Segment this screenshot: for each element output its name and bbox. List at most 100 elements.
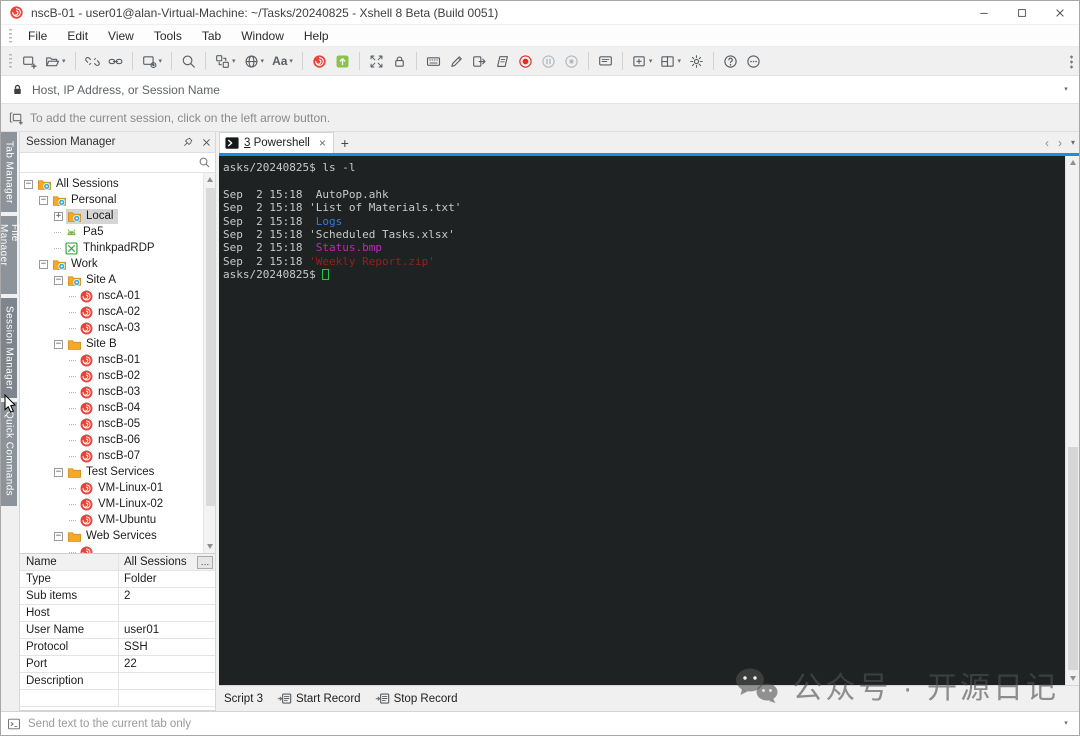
browse-button[interactable]: … — [197, 555, 213, 569]
menu-item-tools[interactable]: Tools — [144, 27, 192, 45]
toolbar-new-window-button[interactable]: ▾ — [138, 51, 167, 72]
toolbar-new-session-button[interactable] — [18, 51, 41, 72]
toolbar-chat-button[interactable] — [594, 51, 617, 72]
tree-item-nscb-07[interactable]: nscB-07 — [20, 448, 215, 464]
expand-icon[interactable]: + — [54, 211, 63, 221]
tree-item-partial[interactable] — [20, 544, 215, 553]
new-tab-button[interactable]: + — [334, 132, 356, 153]
collapse-icon[interactable]: − — [54, 467, 63, 477]
toolbar-help-button[interactable] — [719, 51, 742, 72]
tree-item-site-a[interactable]: − Site A — [20, 272, 215, 288]
tree-item-nsca-02[interactable]: nscA-02 — [20, 304, 215, 320]
toolbar-connect-button[interactable] — [104, 51, 127, 72]
scroll-up-icon[interactable] — [204, 173, 216, 186]
send-text-input[interactable] — [28, 717, 1053, 730]
toolbar-search-button[interactable] — [177, 51, 200, 72]
menu-item-edit[interactable]: Edit — [57, 27, 98, 45]
property-row-protocol[interactable]: Protocol SSH — [20, 639, 215, 656]
session-tree-scrollbar[interactable] — [203, 173, 215, 553]
tree-item-nscb-04[interactable]: nscB-04 — [20, 400, 215, 416]
toolbar-disconnect-button[interactable] — [81, 51, 104, 72]
property-row-name[interactable]: Name All Sessions… — [20, 554, 215, 571]
side-tab-session-manager[interactable]: Session Manager — [1, 298, 17, 398]
address-dropdown-button[interactable]: ▾ — [1053, 86, 1079, 93]
scrollbar-thumb[interactable] — [205, 188, 215, 506]
toolbar-stop-button[interactable] — [560, 51, 583, 72]
property-row-port[interactable]: Port 22 — [20, 656, 215, 673]
tree-item-nscb-02[interactable]: nscB-02 — [20, 368, 215, 384]
tree-item-web-services[interactable]: − Web Services — [20, 528, 215, 544]
menu-item-tab[interactable]: Tab — [192, 27, 231, 45]
tree-item-work[interactable]: − Work — [20, 256, 215, 272]
tree-item-nsca-01[interactable]: nscA-01 — [20, 288, 215, 304]
toolbar-script-button[interactable] — [491, 51, 514, 72]
toolbar-compose-button[interactable] — [445, 51, 468, 72]
stop-record-button[interactable]: Stop Record — [371, 689, 462, 708]
toolbar-keyboard-button[interactable] — [422, 51, 445, 72]
tree-item-vm-linux-02[interactable]: VM-Linux-02 — [20, 496, 215, 512]
terminal-scrollbar[interactable] — [1065, 156, 1079, 685]
toolbar-feedback-button[interactable] — [742, 51, 765, 72]
tree-item-pa5[interactable]: Pa5 — [20, 224, 215, 240]
maximize-button[interactable] — [1003, 1, 1041, 24]
side-tab-tab-manager[interactable]: Tab Manager — [1, 132, 17, 212]
toolbar-transfer-button[interactable]: ▾ — [211, 51, 240, 72]
toolbar-lock-button[interactable] — [388, 51, 411, 72]
tree-item-vm-ubuntu[interactable]: VM-Ubuntu — [20, 512, 215, 528]
menu-item-view[interactable]: View — [98, 27, 144, 45]
close-button[interactable] — [1041, 1, 1079, 24]
menu-item-file[interactable]: File — [18, 27, 57, 45]
send-text-dropdown-button[interactable]: ▾ — [1053, 720, 1079, 727]
session-search-input[interactable] — [26, 156, 198, 169]
toolbar-overflow-icon[interactable] — [1070, 55, 1073, 69]
tab-list-dropdown-icon[interactable]: ▾ — [1071, 138, 1075, 147]
toolbar-record-button[interactable] — [514, 51, 537, 72]
tree-item-thinkpadrdp[interactable]: ThinkpadRDP — [20, 240, 215, 256]
scroll-up-icon[interactable] — [1066, 156, 1079, 169]
tree-item-test-services[interactable]: − Test Services — [20, 464, 215, 480]
toolbar-fullscreen-button[interactable] — [365, 51, 388, 72]
menubar-grip[interactable] — [9, 28, 12, 43]
side-tab-file-manager[interactable]: File Manager — [1, 216, 20, 294]
scrollbar-thumb[interactable] — [1068, 446, 1078, 670]
property-row-host[interactable]: Host — [20, 605, 215, 622]
toolbar-send-to-button[interactable] — [468, 51, 491, 72]
tree-item-nscb-05[interactable]: nscB-05 — [20, 416, 215, 432]
tree-item-site-b[interactable]: − Site B — [20, 336, 215, 352]
collapse-icon[interactable]: − — [39, 259, 48, 269]
tree-item-all-sessions[interactable]: − All Sessions — [20, 176, 215, 192]
menu-item-help[interactable]: Help — [294, 27, 339, 45]
tree-item-nscb-03[interactable]: nscB-03 — [20, 384, 215, 400]
property-row-description[interactable]: Description — [20, 673, 215, 690]
scroll-down-icon[interactable] — [1066, 672, 1079, 685]
toolbar-xftp-button[interactable] — [331, 51, 354, 72]
toolbar-globe-button[interactable]: ▾ — [240, 51, 269, 72]
tree-item-nscb-06[interactable]: nscB-06 — [20, 432, 215, 448]
toolbar-settings-button[interactable] — [685, 51, 708, 72]
toolbar-grip[interactable] — [9, 54, 12, 68]
panel-close-button[interactable] — [197, 132, 215, 152]
property-row-sub-items[interactable]: Sub items 2 — [20, 588, 215, 605]
tree-item-nsca-03[interactable]: nscA-03 — [20, 320, 215, 336]
toolbar-layout-button[interactable]: ▾ — [656, 51, 685, 72]
tab-close-icon[interactable]: × — [319, 136, 326, 150]
terminal-tab[interactable]: 3 Powershell × — [219, 132, 334, 153]
tree-item-personal[interactable]: − Personal — [20, 192, 215, 208]
tree-item-local[interactable]: + Local — [20, 208, 215, 224]
tree-item-vm-linux-01[interactable]: VM-Linux-01 — [20, 480, 215, 496]
terminal-screen[interactable]: asks/20240825$ ls -l Sep 2 15:18 AutoPop… — [219, 156, 1065, 685]
property-row-user-name[interactable]: User Name user01 — [20, 622, 215, 639]
scroll-down-icon[interactable] — [204, 540, 216, 553]
toolbar-new-tab-button[interactable]: ▾ — [628, 51, 657, 72]
toolbar-pause-button[interactable] — [537, 51, 560, 72]
collapse-icon[interactable]: − — [39, 195, 48, 205]
tab-scroll-right-icon[interactable]: › — [1058, 136, 1062, 150]
collapse-icon[interactable]: − — [24, 179, 33, 189]
tree-item-nscb-01[interactable]: nscB-01 — [20, 352, 215, 368]
collapse-icon[interactable]: − — [54, 275, 63, 285]
host-address-input[interactable] — [32, 82, 1053, 97]
toolbar-open-session-button[interactable]: ▾ — [41, 51, 70, 72]
toolbar-xshell-button[interactable] — [308, 51, 331, 72]
tab-scroll-left-icon[interactable]: ‹ — [1045, 136, 1049, 150]
toolbar-font-aa-button[interactable]: Aa ▾ — [268, 51, 297, 71]
